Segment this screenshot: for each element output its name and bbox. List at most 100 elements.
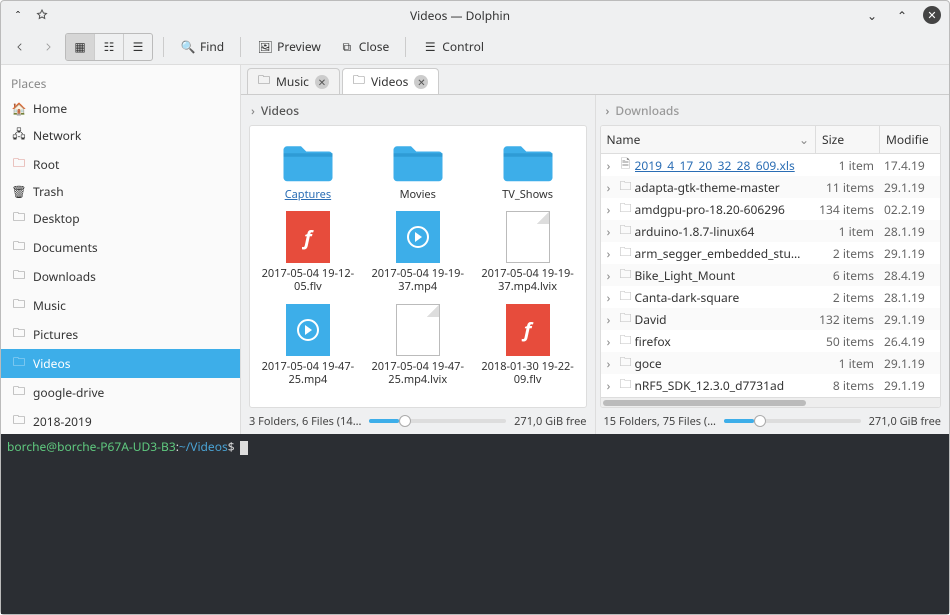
tab-close-button[interactable]: ✕	[414, 75, 428, 89]
expand-icon[interactable]: ›	[601, 289, 617, 306]
item-label: 2017-05-04 19-47-25.mp4	[260, 360, 355, 386]
tab-close-button[interactable]: ✕	[315, 75, 329, 89]
row-size: 2 items	[816, 289, 880, 306]
sidebar-item-label: google-drive	[33, 384, 104, 401]
row-name: nRF5_SDK_12.3.0_d7731ad	[635, 377, 817, 394]
expand-icon[interactable]: ›	[601, 377, 617, 394]
close-label: Close	[359, 38, 389, 55]
sidebar-item-downloads[interactable]: 🗀Downloads	[1, 262, 240, 291]
terminal-panel[interactable]: borche@borche-P67A-UD3-B3:~/Videos$	[1, 434, 949, 614]
sidebar-item-documents[interactable]: 🗀Documents	[1, 233, 240, 262]
breadcrumb-left-label: Videos	[261, 102, 299, 119]
column-size[interactable]: Size	[816, 126, 880, 153]
close-split-button[interactable]: ⧉ Close	[333, 34, 395, 60]
sidebar-item-2018-2019[interactable]: 🗀2018-2019	[1, 407, 240, 434]
preview-button[interactable]: 🖼 Preview	[251, 34, 327, 60]
folder-icon: 🗀	[11, 382, 27, 403]
column-name[interactable]: Name ⌄	[601, 126, 817, 153]
chevron-right-icon: ›	[251, 102, 255, 119]
maximize-icon[interactable]: ⌃	[893, 6, 911, 24]
folder-icon: 🗀	[617, 353, 635, 374]
table-row[interactable]: ›🗀arm_segger_embedded_stu…2 items29.1.19	[601, 242, 941, 264]
expand-icon[interactable]: ›	[601, 179, 617, 196]
folder-item[interactable]: Captures	[256, 140, 360, 201]
folder-icon: 🗀	[617, 221, 635, 242]
left-free-text: 271,0 GiB free	[514, 414, 586, 429]
video-file-icon	[396, 211, 440, 263]
expand-icon[interactable]: ›	[601, 267, 617, 284]
zoom-slider-right[interactable]	[724, 419, 861, 423]
menu-up-icon[interactable]: ˆ	[9, 6, 27, 24]
table-row[interactable]: ›🗀arduino-1.8.7-linux641 item28.1.19	[601, 220, 941, 242]
item-label: Captures	[285, 188, 331, 201]
folder-icon	[500, 140, 556, 184]
expand-icon[interactable]: ›	[601, 201, 617, 218]
expand-icon[interactable]: ›	[601, 223, 617, 240]
icons-view-button[interactable]: ▦	[66, 34, 95, 60]
flash-file-icon: f	[286, 211, 330, 263]
table-row[interactable]: ›🗀nRF5_SDK_12.3.0_d7731ad8 items29.1.19	[601, 374, 941, 396]
expand-icon[interactable]: ›	[601, 355, 617, 372]
column-modified[interactable]: Modifie	[880, 126, 940, 153]
table-row[interactable]: ›🗎2019_4_17_20_32_28_609.xls1 item17.4.1…	[601, 154, 941, 176]
horizontal-scrollbar[interactable]	[601, 397, 941, 407]
folder-item[interactable]: TV_Shows	[476, 140, 580, 201]
icon-view[interactable]: Captures MoviesTV_Shows f2017-05-04 19-12-…	[249, 125, 587, 408]
expand-icon[interactable]: ›	[601, 311, 617, 328]
file-item[interactable]: 2017-05-04 19-19-37.mp4	[366, 211, 470, 293]
sidebar-item-trash[interactable]: 🗑Trash	[1, 179, 240, 204]
content: 🗀Music✕🗀Videos✕ › Videos CapturesMoviesT…	[241, 65, 949, 434]
breadcrumb-left[interactable]: › Videos	[241, 95, 595, 125]
window: ˆ Videos — Dolphin ⌄ ⌃ ✕ ▦ ☷ ☰ 🔍 Find	[0, 0, 950, 615]
file-item[interactable]: 2017-05-04 19-47-25.mp4.lvix	[366, 304, 470, 386]
close-window-button[interactable]: ✕	[923, 6, 941, 24]
control-menu-button[interactable]: ☰ Control	[416, 34, 490, 60]
sidebar-item-pictures[interactable]: 🗀Pictures	[1, 320, 240, 349]
forward-button[interactable]	[37, 34, 59, 60]
table-row[interactable]: ›🗀adapta-gtk-theme-master11 items29.1.19	[601, 176, 941, 198]
sidebar-item-google-drive[interactable]: 🗀 google-drive	[1, 378, 240, 407]
sidebar-item-videos[interactable]: 🗀Videos	[1, 349, 240, 378]
tabs: 🗀Music✕🗀Videos✕	[241, 65, 949, 95]
table-row[interactable]: ›🗀Bike_Light_Mount6 items28.4.19	[601, 264, 941, 286]
expand-icon[interactable]: ›	[601, 245, 617, 262]
sidebar-item-network[interactable]: 🖧Network	[1, 121, 240, 150]
expand-icon[interactable]: ›	[601, 333, 617, 350]
sidebar-item-music[interactable]: 🗀Music	[1, 291, 240, 320]
left-status: 3 Folders, 6 Files (14… 271,0 GiB free	[241, 408, 595, 434]
detail-view[interactable]: Name ⌄ Size Modifie ›🗎2019_4_17_20_32_28…	[600, 125, 942, 408]
file-item[interactable]: 2017-05-04 19-19-37.mp4.lvix	[476, 211, 580, 293]
row-size: 1 item	[816, 223, 880, 240]
tab-label: Music	[276, 73, 309, 90]
minimize-icon[interactable]: ⌄	[863, 6, 881, 24]
zoom-slider-left[interactable]	[369, 419, 506, 423]
back-button[interactable]	[9, 34, 31, 60]
tab-videos[interactable]: 🗀Videos✕	[342, 68, 439, 94]
sidebar-item-desktop[interactable]: 🗀Desktop	[1, 204, 240, 233]
sidebar-item-label: Videos	[33, 355, 70, 372]
breadcrumb-right[interactable]: › Downloads	[596, 95, 950, 125]
compact-view-button[interactable]: ☷	[95, 34, 124, 60]
file-item[interactable]: f2018-01-30 19-22-09.flv	[476, 304, 580, 386]
table-row[interactable]: ›🗀firefox50 items26.4.19	[601, 330, 941, 352]
tab-music[interactable]: 🗀Music✕	[247, 68, 340, 94]
row-size: 2 items	[816, 245, 880, 262]
folder-item[interactable]: Movies	[366, 140, 470, 201]
details-view-button[interactable]: ☰	[124, 34, 152, 60]
table-row[interactable]: ›🗀goce1 item29.1.19	[601, 352, 941, 374]
table-row[interactable]: ›🗀David132 items29.1.19	[601, 308, 941, 330]
row-size: 8 items	[816, 377, 880, 394]
generic-file-icon	[506, 211, 550, 263]
file-item[interactable]: f2017-05-04 19-12-05.flv	[256, 211, 360, 293]
table-row[interactable]: ›🗀Canta-dark-square2 items28.1.19	[601, 286, 941, 308]
file-item[interactable]: 2017-05-04 19-47-25.mp4	[256, 304, 360, 386]
folder-icon: 🗀	[617, 331, 635, 352]
expand-icon[interactable]: ›	[601, 157, 617, 174]
folder-icon: 🗀	[11, 295, 27, 316]
table-row[interactable]: ›🗀amdgpu-pro-18.20-606296134 items02.2.1…	[601, 198, 941, 220]
pin-icon[interactable]	[33, 6, 51, 24]
sidebar-item-root[interactable]: 🗀Root	[1, 150, 240, 179]
find-button[interactable]: 🔍 Find	[174, 34, 230, 60]
sidebar-item-home[interactable]: 🏠Home	[1, 96, 240, 121]
sort-indicator-icon: ⌄	[799, 131, 809, 148]
